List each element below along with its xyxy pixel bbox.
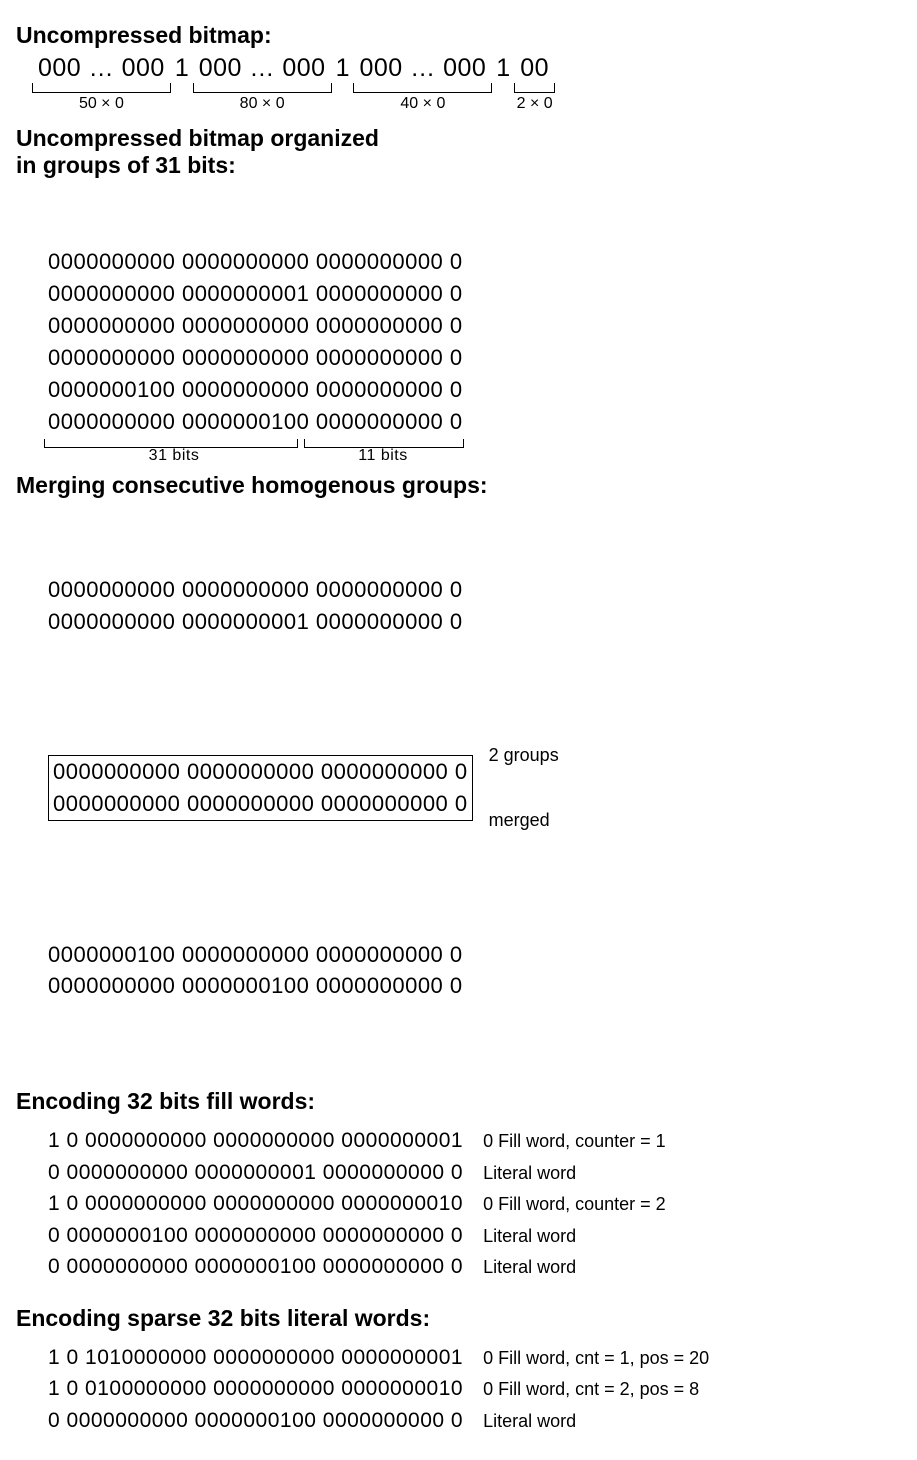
bit-row: 0000000000 0000000001 0000000000 0 (48, 278, 901, 310)
bit-row: 0000000100 0000000000 0000000000 0 (48, 939, 901, 971)
section2-title-line2: in groups of 31 bits: (16, 152, 901, 179)
segment-label: 50 × 0 (79, 95, 124, 113)
encoded-row: 0 0000000000 0000000001 0000000000 0 Lite… (48, 1157, 901, 1189)
encoded-bits: 0 0000000100 0000000000 0000000000 0 (48, 1220, 463, 1252)
segment-label: 2 × 0 (517, 95, 553, 113)
encoded-label: 0 Fill word, cnt = 1, pos = 20 (483, 1345, 709, 1371)
segment-text: 000 … 000 (193, 55, 332, 83)
encoded-bits: 1 0 0000000000 0000000000 0000000001 (48, 1125, 463, 1157)
merged-group-row: 0000000000 0000000000 0000000000 0000000… (48, 702, 901, 875)
segment-underbracket (193, 83, 332, 93)
encoded-label: 0 Fill word, cnt = 2, pos = 8 (483, 1376, 699, 1402)
merge-note-line1: 2 groups (489, 745, 559, 767)
encoded-row: 0 0000000000 0000000100 0000000000 0 Lite… (48, 1405, 901, 1437)
merging-rows: 0000000000 0000000000 0000000000 0000000… (48, 511, 901, 1066)
encoded-bits: 1 0 0100000000 0000000000 0000000010 (48, 1373, 463, 1405)
segment-text: 000 … 000 (32, 55, 171, 83)
encoded-bits: 0 0000000000 0000000100 0000000000 0 (48, 1405, 463, 1437)
encoded-label: 0 Fill word, counter = 1 (483, 1128, 666, 1154)
bracket-11bits-label: 11 bits (304, 444, 462, 467)
encoded-label: 0 Fill word, counter = 2 (483, 1191, 666, 1217)
encoded-bits: 0 0000000000 0000000100 0000000000 0 (48, 1251, 463, 1283)
section4-title: Encoding 32 bits fill words: (16, 1088, 901, 1115)
encoded-bits: 1 0 0000000000 0000000000 0000000010 (48, 1188, 463, 1220)
segment: 000 … 000 50 × 0 (32, 55, 171, 113)
encoded-row: 1 0 0000000000 0000000000 0000000010 0 Fi… (48, 1188, 901, 1220)
encoded-label: Literal word (483, 1223, 576, 1249)
merging-groups-section: Merging consecutive homogenous groups: 0… (16, 472, 901, 1066)
encoding-sparse-words-section: Encoding sparse 32 bits literal words: 1… (16, 1305, 901, 1437)
segment: 00 2 × 0 (514, 55, 555, 113)
bit-row: 0000000000 0000000000 0000000000 0 (48, 342, 901, 374)
segment-label: 40 × 0 (400, 95, 445, 113)
merge-note: 2 groups merged (489, 702, 559, 875)
encoded-label: Literal word (483, 1254, 576, 1280)
encoded-bits: 0 0000000000 0000000001 0000000000 0 (48, 1157, 463, 1189)
encoded-row: 0 0000000000 0000000100 0000000000 0 Lite… (48, 1251, 901, 1283)
fill-words-rows: 1 0 0000000000 0000000000 0000000001 0 Fi… (48, 1125, 901, 1283)
bitmap-31bit-groups-section: Uncompressed bitmap organized in groups … (16, 125, 901, 438)
segment-label: 80 × 0 (240, 95, 285, 113)
segment-separator: 1 (492, 55, 514, 83)
section2-title-line1: Uncompressed bitmap organized (16, 125, 901, 152)
bit-row: 0000000000 0000000100 0000000000 031 bit… (48, 406, 901, 438)
uncompressed-bitmap-section: Uncompressed bitmap: 000 … 00050 × 01000… (16, 22, 901, 113)
segment: 000 … 000 80 × 0 (193, 55, 332, 113)
bitmap-31bit-rows: 0000000000 0000000000 0000000000 0000000… (48, 183, 901, 438)
encoded-row: 0 0000000100 0000000000 0000000000 0 Lite… (48, 1220, 901, 1252)
segment-text: 00 (514, 55, 555, 83)
section3-title: Merging consecutive homogenous groups: (16, 472, 901, 499)
encoded-row: 1 0 0100000000 0000000000 0000000010 0 Fi… (48, 1373, 901, 1405)
bit-row-merged: 0000000000 0000000000 0000000000 0 (53, 756, 468, 788)
encoding-fill-words-section: Encoding 32 bits fill words: 1 0 0000000… (16, 1088, 901, 1283)
segment-text: 000 … 000 (353, 55, 492, 83)
bit-row: 0000000000 0000000001 0000000000 0 (48, 606, 901, 638)
bit-row: 0000000000 0000000000 0000000000 0 (48, 574, 901, 606)
encoded-row: 1 0 1010000000 0000000000 0000000001 0 Fi… (48, 1342, 901, 1374)
encoded-bits: 1 0 1010000000 0000000000 0000000001 (48, 1342, 463, 1374)
segment-underbracket (514, 83, 555, 93)
segment-separator: 1 (332, 55, 354, 83)
merged-group-box: 0000000000 0000000000 0000000000 0000000… (48, 755, 473, 821)
encoded-label: Literal word (483, 1408, 576, 1434)
bracket-31bits-label: 31 bits (48, 444, 300, 467)
bit-row-merged: 0000000000 0000000000 0000000000 0 (53, 788, 468, 820)
encoded-row: 1 0 0000000000 0000000000 0000000001 0 Fi… (48, 1125, 901, 1157)
sparse-words-rows: 1 0 1010000000 0000000000 0000000001 0 Fi… (48, 1342, 901, 1437)
section5-title: Encoding sparse 32 bits literal words: (16, 1305, 901, 1332)
bit-row: 0000000100 0000000000 0000000000 0 (48, 374, 901, 406)
bit-row: 0000000000 0000000000 0000000000 0 (48, 310, 901, 342)
segment-underbracket (353, 83, 492, 93)
segment-separator: 1 (171, 55, 193, 83)
encoded-label: Literal word (483, 1160, 576, 1186)
bit-row: 0000000000 0000000100 0000000000 0 (48, 970, 901, 1002)
segment-underbracket (32, 83, 171, 93)
section1-title: Uncompressed bitmap: (16, 22, 901, 49)
merge-note-line2: merged (489, 810, 559, 832)
bitmap-segments-row: 000 … 00050 × 01000 … 00080 × 01000 … 00… (32, 55, 901, 113)
segment: 000 … 000 40 × 0 (353, 55, 492, 113)
bit-row: 0000000000 0000000000 0000000000 0 (48, 246, 901, 278)
